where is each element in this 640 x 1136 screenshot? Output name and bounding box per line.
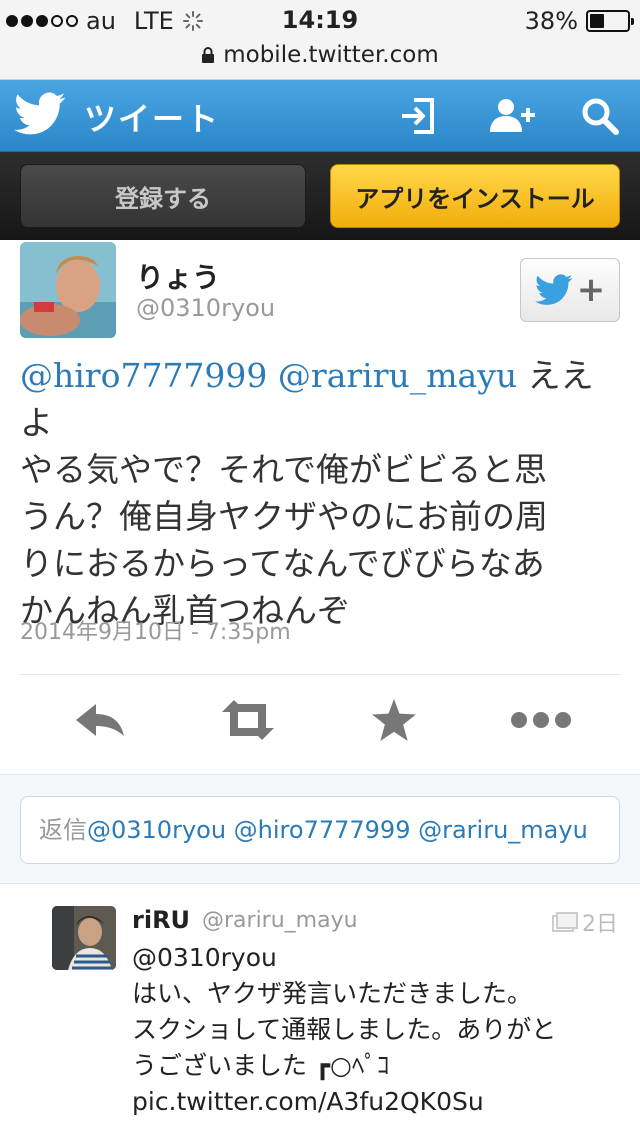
reply-author-handle[interactable]: @rariru_mayu — [202, 908, 358, 933]
mention-link[interactable]: @hiro7777999 — [20, 356, 267, 395]
divider — [20, 674, 620, 675]
twitter-bird-icon[interactable] — [14, 92, 66, 136]
reply-author-name[interactable]: riRU — [132, 906, 190, 934]
tweet-line: うん？俺自身ヤクザやのにお前の周 — [20, 497, 548, 536]
mention-link[interactable]: @rariru_mayu — [278, 356, 517, 395]
author-handle[interactable]: @0310ryou — [136, 294, 275, 322]
reply-line: スクショして通報しました。ありがと — [132, 1015, 557, 1044]
reply-timestamp[interactable]: 2日 — [552, 906, 618, 938]
url-bar[interactable]: mobile.twitter.com — [0, 40, 640, 80]
search-icon[interactable] — [578, 94, 622, 138]
media-icon — [552, 912, 578, 932]
battery-icon — [586, 10, 634, 32]
url-text: mobile.twitter.com — [223, 42, 439, 68]
install-app-button[interactable]: アプリをインストール — [330, 164, 620, 228]
more-button[interactable] — [508, 692, 574, 748]
favorite-icon — [372, 699, 416, 741]
twitter-header: ツイート — [0, 80, 640, 152]
tweet-text: @hiro7777999 @rariru_mayu ええよ やる気やで？それで俺… — [20, 352, 620, 634]
battery-fill — [590, 14, 604, 28]
register-button[interactable]: 登録する — [20, 164, 306, 228]
signup-bar: 登録する アプリをインストール — [0, 152, 640, 240]
status-bar: au LTE 14:19 38% — [0, 0, 640, 40]
tweet-line: やる気やで？それで俺がビビると思 — [20, 450, 548, 489]
reply-time-text: 2日 — [582, 912, 618, 937]
reply-tweet-text: @0310ryou はい、ヤクザ発言いただきました。 スクショして通報しました。… — [132, 940, 622, 1120]
header-title: ツイート — [84, 100, 221, 138]
retweet-button[interactable] — [216, 692, 280, 748]
retweet-icon — [222, 700, 274, 740]
reply-author-avatar[interactable] — [52, 906, 116, 970]
follow-button[interactable]: + — [520, 258, 620, 322]
status-right: 38% — [524, 7, 634, 35]
reply-avatar-photo — [52, 906, 116, 970]
more-icon — [511, 712, 571, 728]
tweet-line: @hiro7777999 @rariru_mayu ええよ — [20, 352, 620, 446]
tweet-line: りにおるからってなんでびびらなあ — [20, 544, 545, 583]
author-avatar[interactable] — [20, 242, 116, 338]
reply-line: うございました ┏○ﾍﾟｺ — [132, 1051, 390, 1080]
tweet-timestamp[interactable]: 2014年9月10日 - 7:35pm — [20, 614, 291, 646]
favorite-button[interactable] — [368, 692, 420, 748]
reply-input[interactable]: 返信@0310ryou @hiro7777999 @rariru_mayu — [20, 796, 620, 864]
reply-line: @0310ryou — [132, 943, 277, 972]
battery-percent: 38% — [524, 7, 578, 35]
reply-icon — [76, 704, 124, 736]
reply-button[interactable] — [70, 692, 130, 748]
reply-prefix: 返信 — [39, 816, 87, 844]
twitter-bird-icon — [534, 274, 573, 305]
sign-in-icon[interactable] — [396, 94, 440, 138]
author-name[interactable]: りょう — [136, 256, 220, 296]
lock-icon — [202, 47, 215, 63]
reply-link[interactable]: pic.twitter.com/A3fu2QK0Su — [132, 1084, 622, 1120]
reply-handles: @0310ryou @hiro7777999 @rariru_mayu — [87, 816, 588, 844]
plus-icon: + — [576, 270, 606, 310]
add-user-icon[interactable] — [486, 94, 538, 138]
reply-line: はい、ヤクザ発言いただきました。 — [132, 979, 533, 1008]
author-avatar-photo — [20, 242, 116, 338]
